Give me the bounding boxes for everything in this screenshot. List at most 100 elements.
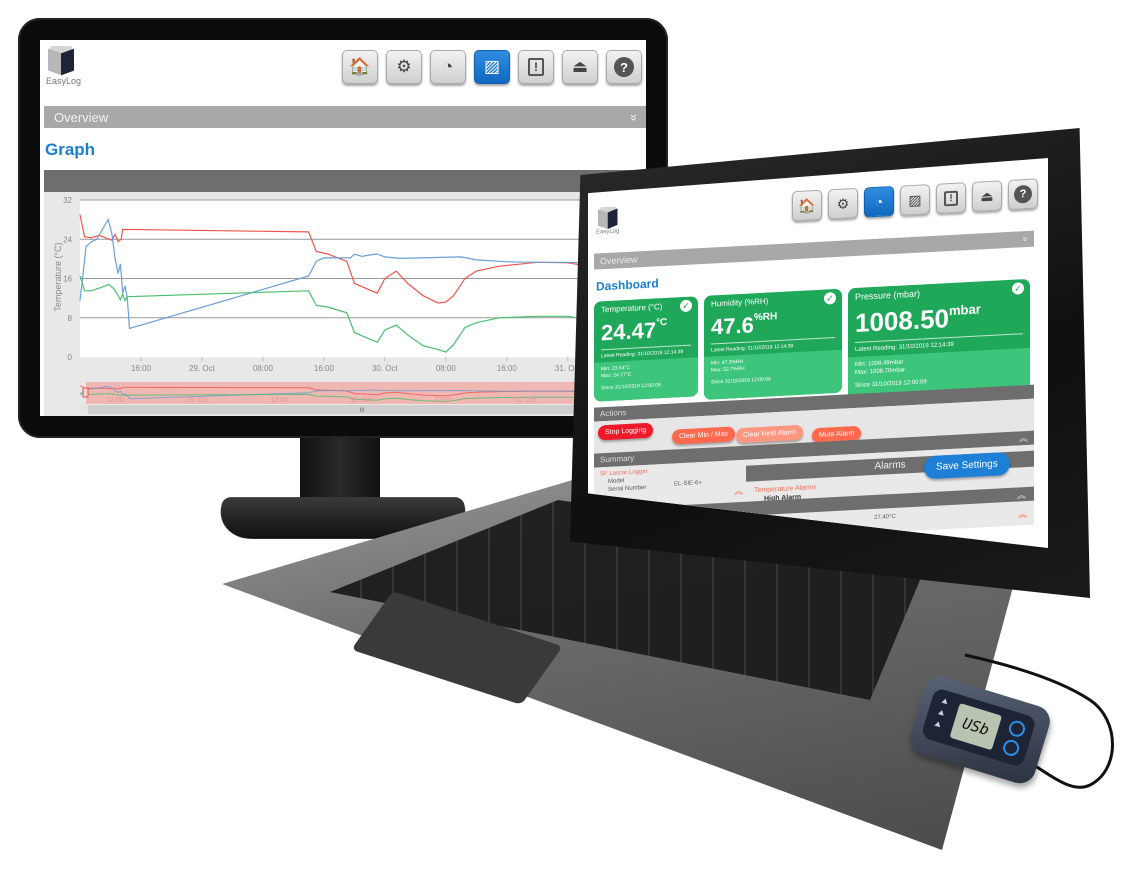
x-tick-label: 29. Oct	[189, 364, 216, 373]
clear-min-max-button[interactable]: Clear Min / Max	[672, 426, 736, 445]
download-icon: ⏏	[980, 187, 994, 204]
nav-settings-button[interactable]: ⚙	[828, 187, 858, 220]
gauge-icon: ◔	[442, 57, 454, 76]
gear-icon: ⚙	[836, 194, 850, 212]
overview-label: Overview	[600, 254, 638, 267]
alarm-calendar-icon: !	[528, 58, 544, 76]
led-icon	[941, 697, 949, 705]
y-tick-label: 0	[68, 353, 73, 362]
check-icon: ✓	[680, 299, 692, 313]
nav-help-button[interactable]: ?	[1008, 178, 1038, 210]
navigator-handle	[82, 387, 89, 398]
humidity-card: Humidity (%RH) ✓ 47.6%RH Latest Reading:…	[704, 288, 842, 400]
nav-graph-button[interactable]: ▨	[900, 184, 930, 216]
scrollbar-grip: III	[359, 408, 364, 414]
overview-label: Overview	[54, 109, 109, 125]
page-title: Dashboard	[596, 276, 659, 294]
cube-logo-icon	[598, 206, 618, 230]
led-icon	[937, 709, 946, 716]
navigator-tick-label: 12:00	[434, 397, 452, 404]
x-tick-label: 08:00	[436, 364, 457, 373]
app-header: EasyLog 🏠 ⚙ ◔ ▨ ! ⏏ ?	[40, 40, 646, 106]
card-title: Humidity (%RH)	[711, 296, 769, 309]
since-timestamp: Since 31/10/2019 12:00:09	[711, 376, 771, 386]
overview-bar[interactable]: Overview »	[44, 106, 646, 128]
overview-bar[interactable]: Overview »	[594, 230, 1034, 270]
stop-logging-button[interactable]: Stop Logging	[598, 422, 654, 441]
help-icon: ?	[614, 57, 634, 77]
home-icon: 🏠	[349, 57, 371, 76]
logger-name: SF Lascar Logger	[600, 468, 648, 478]
nav-home-button[interactable]: 🏠	[792, 189, 822, 222]
cube-logo-icon	[48, 46, 74, 76]
lcd-display: USb	[949, 702, 1003, 751]
graph-panel: 0 8 16 24 32 16:00 29. Oct 08:00 16:00 30. Oct 08…	[44, 192, 646, 416]
logo-text: EasyLog	[596, 228, 620, 236]
chevron-up-icon[interactable]: ︽	[734, 484, 743, 497]
logger-button[interactable]	[1001, 737, 1022, 758]
navigator-tick-label: 30. Oct	[350, 397, 373, 404]
download-icon: ⏏	[571, 57, 589, 76]
graph-icon: ▨	[908, 191, 922, 208]
navigator-tick-label: 12:00	[106, 397, 124, 404]
card-value: 47.6%RH	[711, 308, 835, 340]
nav-alarms-button[interactable]: !	[936, 182, 966, 214]
x-tick-label: 16:00	[314, 364, 335, 373]
x-tick-label: 08:00	[253, 364, 274, 373]
logger-button[interactable]	[1006, 718, 1027, 739]
temperature-card: Temperature (°C) ✓ 24.47°C Latest Readin…	[594, 296, 698, 402]
chevron-down-icon[interactable]: »	[1020, 236, 1030, 242]
save-settings-button[interactable]: Save Settings	[924, 451, 1010, 480]
home-icon: 🏠	[798, 196, 816, 214]
chevron-up-icon[interactable]: ︽	[1019, 431, 1028, 445]
nav-dashboard-button[interactable]: ◔	[430, 50, 466, 84]
nav-home-button[interactable]: 🏠	[342, 50, 378, 84]
grid	[80, 199, 644, 358]
latest-reading: Latest Reading: 31/10/2019 12:14:39	[601, 344, 691, 360]
check-icon: ✓	[824, 292, 836, 305]
navigator-tick-label: 31. Oct	[514, 397, 537, 404]
value-number: 24.47	[601, 317, 657, 346]
since-timestamp: Since 31/10/2019 12:00:09	[601, 382, 661, 392]
clear-held-alarm-button[interactable]: Clear Held Alarm	[736, 424, 803, 444]
nav-toolbar: 🏠 ⚙ ◔ ▨ ! ⏏ ?	[342, 50, 642, 84]
nav-settings-button[interactable]: ⚙	[386, 50, 422, 84]
chevron-up-icon[interactable]: ︽	[1018, 507, 1027, 520]
card-title: Pressure (mbar)	[855, 288, 921, 303]
nav-download-button[interactable]: ⏏	[562, 50, 598, 84]
graph-toolbar	[44, 170, 646, 192]
value-unit: mbar	[948, 301, 981, 319]
y-tick-label: 8	[68, 314, 73, 323]
graph-icon: ▨	[483, 57, 501, 76]
model-value: EL-SIE-6+	[674, 480, 702, 488]
monitor: EasyLog 🏠 ⚙ ◔ ▨ ! ⏏ ? Overview » Graph 0…	[18, 18, 668, 438]
help-icon: ?	[1014, 184, 1032, 204]
card-value: 24.47°C	[601, 316, 691, 347]
nav-graph-button[interactable]: ▨	[474, 50, 510, 84]
monitor-screen: EasyLog 🏠 ⚙ ◔ ▨ ! ⏏ ? Overview » Graph 0…	[40, 40, 646, 416]
temperature-chart[interactable]: 0 8 16 24 32 16:00 29. Oct 08:00 16:00 30. Oct 08…	[44, 192, 646, 416]
logo-text: EasyLog	[46, 76, 82, 86]
nav-dashboard-button[interactable]: ◔	[864, 185, 894, 218]
alarm-calendar-icon: !	[944, 190, 958, 206]
x-axis: 16:00 29. Oct 08:00 16:00 30. Oct 08:00 16:00 3…	[131, 357, 581, 373]
navigator[interactable]: 12:00 29. Oct 12:00 30. Oct 12:00 31. Oct III	[79, 382, 645, 414]
nav-alarms-button[interactable]: !	[518, 50, 554, 84]
temperature-alarms-heading: Temperature Alarms	[754, 484, 817, 495]
card-title: Temperature (°C)	[601, 302, 663, 315]
dashboard-app: EasyLog 🏠 ⚙ ◔ ▨ ! ⏏ ? Overview » Dashboa…	[588, 160, 1048, 548]
easylog-logo[interactable]: EasyLog	[46, 46, 86, 86]
value-unit: %RH	[753, 311, 778, 324]
chevron-down-icon[interactable]: »	[627, 113, 642, 120]
pressure-card: Pressure (mbar) ✓ 1008.50mbar Latest Rea…	[848, 278, 1030, 401]
scroll-left-button	[80, 405, 88, 414]
card-value: 1008.50mbar	[855, 299, 1023, 339]
gear-icon: ⚙	[396, 57, 412, 76]
threshold-value: 27.40°C	[874, 513, 896, 522]
value-unit: °C	[656, 316, 668, 329]
y-tick-label: 16	[63, 275, 72, 284]
chevron-up-icon[interactable]: ︽	[1017, 488, 1026, 501]
easylog-logo[interactable]: EasyLog	[596, 206, 626, 236]
nav-download-button[interactable]: ⏏	[972, 180, 1002, 212]
nav-help-button[interactable]: ?	[606, 50, 642, 84]
